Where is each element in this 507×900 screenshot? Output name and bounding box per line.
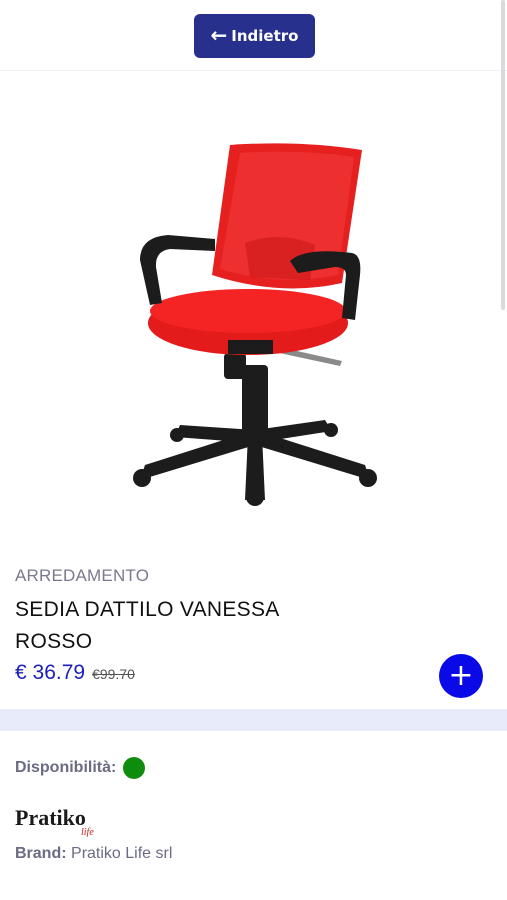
availability-row: Disponibilità:: [15, 757, 146, 779]
availability-status-dot: [123, 757, 146, 779]
plus-icon: +: [448, 658, 474, 693]
brand-logo: Pratiko life: [15, 805, 94, 837]
left-arrow-icon: ←: [210, 22, 228, 47]
availability-label: Disponibilità:: [15, 759, 117, 776]
back-button[interactable]: ← Indietro: [194, 14, 315, 58]
product-title: SEDIA DATTILO VANESSA ROSSO: [15, 598, 279, 653]
product-old-price: €99.70: [92, 666, 135, 682]
product-category: ARREDAMENTO: [15, 566, 150, 585]
scrollbar[interactable]: [501, 0, 505, 310]
brand-row: Brand: Pratiko Life srl: [15, 845, 172, 863]
add-to-cart-button[interactable]: +: [439, 654, 483, 698]
brand-logo-sub: life: [81, 827, 94, 837]
price-row: € 36.79 €99.70: [15, 661, 135, 685]
back-button-label: Indietro: [231, 27, 299, 45]
product-price: € 36.79: [15, 661, 86, 684]
product-image: [133, 143, 377, 506]
top-bar: ← Indietro: [0, 0, 507, 71]
brand-logo-text: Pratiko: [15, 805, 86, 830]
brand-value: Pratiko Life srl: [71, 845, 173, 862]
brand-label: Brand:: [15, 845, 67, 862]
section-divider: [0, 709, 507, 731]
